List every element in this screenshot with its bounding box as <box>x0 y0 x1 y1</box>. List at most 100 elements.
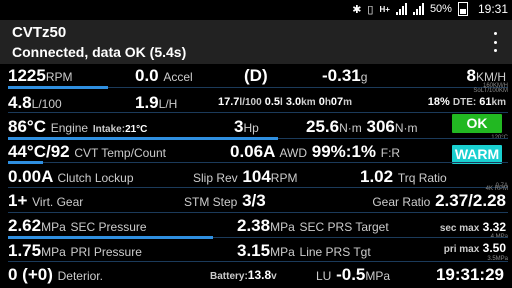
trip-km-value: 3.0 <box>285 96 302 108</box>
vibrate-icon: ▯ <box>367 3 374 16</box>
g-force-readout: -0.31g <box>322 66 367 86</box>
trip-l100-value: 17.7 <box>218 96 240 108</box>
network-type-label: H+ <box>379 4 390 14</box>
engine-temp-gauge-bar <box>8 137 278 140</box>
status-bar: ✱ ▯ H+ 50% 19:31 <box>0 0 512 20</box>
torque-ratio-value: 1.02 <box>360 167 394 186</box>
trip-minutes-value: 07 <box>330 96 344 108</box>
stm-step-value: 3/3 <box>242 191 266 210</box>
trip-liters-value: 0.5 <box>264 96 281 108</box>
pri-max-readout: pri max 3.50 <box>444 241 506 255</box>
fuel-gauge-track <box>8 112 508 113</box>
g-force-unit: g <box>360 70 368 84</box>
overflow-menu-icon[interactable] <box>490 32 500 52</box>
battery-icon <box>457 2 468 16</box>
ok-button[interactable]: OK <box>452 114 502 133</box>
app-title: CVTz50 <box>12 24 67 41</box>
clock-readout: 19:31:29 <box>435 265 504 284</box>
accel-label: Accel <box>163 70 193 84</box>
gear-position: (D) <box>244 66 268 85</box>
sec-target-label: SEC PRS Target <box>299 220 389 234</box>
fuel-economy-value: 4.8 <box>8 93 32 112</box>
pri-pressure-label: PRI Pressure <box>70 245 142 259</box>
speed-unit: KM/H <box>476 70 506 84</box>
torque-value: 25.6 <box>306 117 340 136</box>
virtual-gear-value: 1+ <box>8 191 28 210</box>
sec-target-value: 2.38 <box>237 216 271 235</box>
slip-scale-label: 4K RPM <box>485 186 508 192</box>
fuel-economy-readout: 4.8L/100 <box>8 93 62 113</box>
trip-km-unit: km <box>301 97 316 108</box>
cvt-temp-readout: 44°C/92 CVT Temp/Count <box>8 142 166 162</box>
lockup-label: Clutch Lockup <box>57 171 134 185</box>
gear-ratio-readout: Gear Ratio 2.37/2.28 <box>372 191 506 211</box>
slip-value: 104 <box>242 167 271 186</box>
sec-target-readout: 2.38MPa SEC PRS Target <box>237 216 389 236</box>
bluetooth-icon: ✱ <box>352 3 362 16</box>
engine-temp-readout: 86°C Engine Intake:21°C <box>8 117 147 137</box>
engine-temp-value: 86°C <box>8 117 46 136</box>
sec-pressure-gauge-bar <box>8 236 213 239</box>
torque-max-value: 306 <box>366 117 395 136</box>
pri-max-label: pri max <box>443 244 480 255</box>
sec-max-value: 3.32 <box>482 220 506 234</box>
battery-voltage-readout: Battery:13.8v <box>210 268 277 282</box>
lockup-pressure-value: -0.5 <box>336 265 366 284</box>
status-icons: ✱ ▯ H+ 50% 19:31 <box>352 2 508 16</box>
lockup-pressure-readout: LU -0.5MPa <box>316 265 390 285</box>
line-target-label: Line PRS Tgt <box>299 245 371 259</box>
slip-gauge-track <box>8 187 508 188</box>
connection-status: Connected, data OK (5.4s) <box>12 44 187 60</box>
awd-label: AWD <box>279 146 308 160</box>
cvt-temp-value: 44°C/92 <box>8 142 70 161</box>
front-rear-label: F:R <box>380 146 401 160</box>
pri-gauge-track <box>8 261 508 262</box>
battery-voltage-value: 13.8 <box>247 268 272 282</box>
sec-pressure-value: 2.62 <box>8 216 42 235</box>
engine-label: Engine <box>50 121 89 135</box>
torque-ratio-label: Trq Ratio <box>397 171 447 185</box>
fuel-scale-label: SoLT/100KM <box>473 88 508 94</box>
sec-max-readout: sec max 3.32 <box>440 220 506 234</box>
front-rear-split-value: 99%:1% <box>311 142 377 161</box>
trip-liters-unit: l <box>280 97 283 108</box>
deterioration-value: 0 (+0) <box>8 265 53 284</box>
slip-unit: RPM <box>270 171 298 185</box>
sec-pressure-label: SEC Pressure <box>70 220 147 234</box>
line-target-unit: MPa <box>270 245 295 259</box>
cvt-temp-label: CVT Temp/Count <box>74 146 166 160</box>
status-time: 19:31 <box>477 2 508 16</box>
pri-max-value: 3.50 <box>482 241 506 255</box>
trip-minutes-unit: m <box>343 97 353 108</box>
fuel-rate-readout: 1.9L/H <box>135 93 177 113</box>
horsepower-readout: 3Hp <box>234 117 259 137</box>
dte-unit: km <box>491 97 506 108</box>
line-target-readout: 3.15MPa Line PRS Tgt <box>237 241 371 261</box>
signal-icon-secondary <box>412 3 424 15</box>
virtual-gear-label: Virt. Gear <box>32 195 84 209</box>
accel-value: 0.0 <box>135 66 159 85</box>
speed-value: 8 <box>466 66 476 85</box>
rpm-readout: 1225RPM <box>8 66 73 86</box>
intake-label: Intake: <box>92 124 126 135</box>
awd-gauge-bar <box>8 161 43 164</box>
line-target-value: 3.15 <box>237 241 271 260</box>
awd-readout: 0.06A AWD 99%:1% F:R <box>230 142 400 162</box>
battery-percent: 50% <box>429 3 452 15</box>
gear-gauge-track <box>8 212 508 213</box>
torque-readout: 25.6N·m 306N·m <box>306 117 418 137</box>
pri-pressure-unit: MPa <box>41 245 66 259</box>
fuel-economy-unit: L/100 <box>31 97 62 111</box>
sec-pressure-unit: MPa <box>41 220 66 234</box>
sec-max-label: sec max <box>439 223 480 234</box>
dte-readout: 18% DTE: 61km <box>428 96 506 108</box>
gear-ratio-label: Gear Ratio <box>372 195 431 209</box>
fuel-rate-unit: L/H <box>158 97 178 111</box>
fuel-rate-value: 1.9 <box>135 93 159 112</box>
lockup-pressure-unit: MPa <box>365 269 391 283</box>
lockup-pressure-label: LU <box>316 269 332 283</box>
trip-l100-unit: l/100 <box>239 97 262 108</box>
intake-temp-value: 21°C <box>125 124 148 135</box>
sec-pressure-readout: 2.62MPa SEC Pressure <box>8 216 147 236</box>
stm-step-readout: STM Step 3/3 <box>184 191 266 211</box>
